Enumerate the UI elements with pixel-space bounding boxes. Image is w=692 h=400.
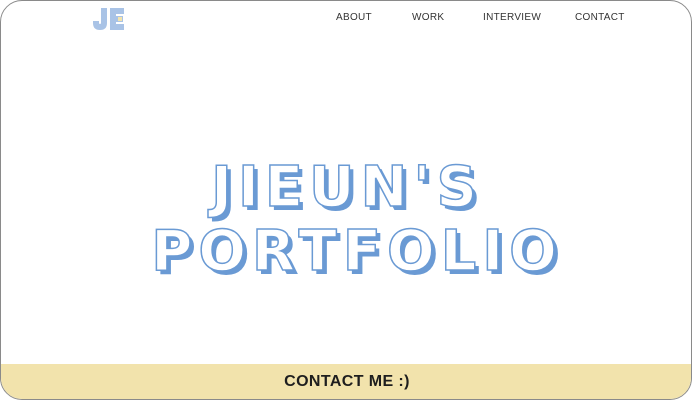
nav-item-about[interactable]: ABOUT	[336, 12, 372, 23]
contact-bar[interactable]: CONTACT ME :)	[1, 364, 691, 399]
hero-title-line2: PORTFOLIO	[151, 219, 562, 283]
nav-item-contact[interactable]: CONTACT	[575, 12, 625, 23]
top-nav: ABOUT WORK INTERVIEW CONTACT	[1, 12, 691, 28]
contact-me-label[interactable]: CONTACT ME :)	[284, 373, 410, 391]
nav-item-work[interactable]: WORK	[412, 12, 444, 23]
nav-item-interview[interactable]: INTERVIEW	[483, 12, 541, 23]
hero-title-line1: JIEUN'S	[207, 155, 483, 220]
hero-title-svg: JIEUN'S JIEUN'S PORTFOLIO PORTFOLIO	[151, 154, 562, 283]
hero-title: JIEUN'S JIEUN'S PORTFOLIO PORTFOLIO	[1, 153, 691, 283]
page-frame: ABOUT WORK INTERVIEW CONTACT JIEUN'S JIE…	[0, 0, 692, 400]
